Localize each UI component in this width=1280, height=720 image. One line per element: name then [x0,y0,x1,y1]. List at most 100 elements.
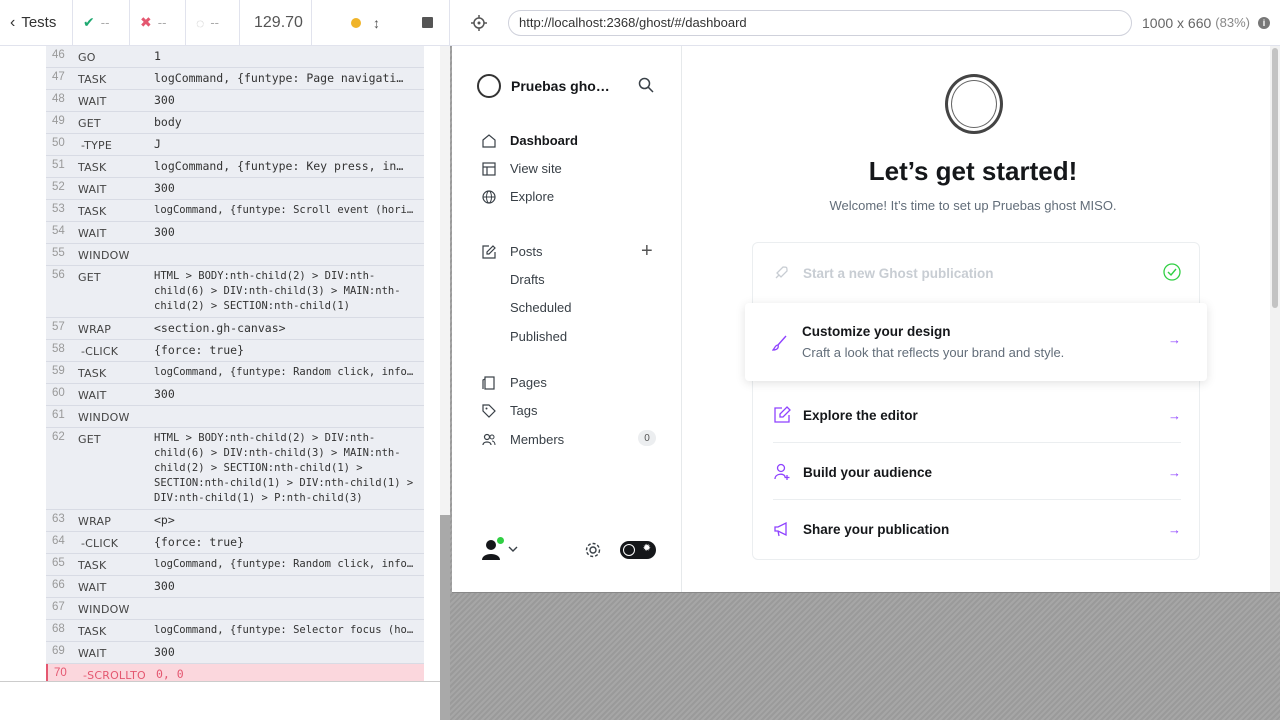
gear-icon[interactable] [584,541,602,564]
nav-pages[interactable]: Pages [482,375,547,390]
members-count-badge: 0 [638,430,656,446]
command-row[interactable]: 46 GO 1 [46,46,424,68]
command-message: logCommand, {funtype: Page navigati… [154,71,404,85]
step-customize-title: Customize your design [802,324,951,339]
url-bar[interactable]: http://localhost:2368/ghost/#/dashboard [508,9,1132,36]
members-icon [482,433,496,445]
nav-scheduled[interactable]: Scheduled [510,300,571,315]
command-row[interactable]: 59 TASK logCommand, {funtype: Random click… [46,362,424,384]
command-row[interactable]: 50 -TYPE J [46,134,424,156]
command-row[interactable]: 57 WRAP <section.gh-canvas> [46,318,424,340]
command-row[interactable]: 64 -CLICK {force: true} [46,532,424,554]
url-text: http://localhost:2368/ghost/#/dashboard [519,15,747,30]
command-number: 49 [52,115,65,127]
command-number: 55 [52,247,65,259]
command-name: TASK [78,559,107,572]
reporter-scrollbar-thumb[interactable] [440,515,450,720]
layout-icon [482,161,496,176]
command-row[interactable]: 66 WAIT 300 [46,576,424,598]
search-icon[interactable] [638,77,654,98]
command-row[interactable]: 70 -SCROLLTO 0, 0 [46,664,424,681]
command-name: WAIT [78,389,107,402]
nav-published[interactable]: Published [510,329,567,344]
aut-header: http://localhost:2368/ghost/#/dashboard … [450,0,1280,46]
reporter-controls: ↕ [312,0,450,45]
command-row[interactable]: 63 WRAP <p> [46,510,424,532]
nav-view-site[interactable]: View site [482,161,562,176]
online-status-icon [497,537,504,544]
tests-button[interactable]: ‹ Tests [0,0,73,45]
command-row[interactable]: 60 WAIT 300 [46,384,424,406]
site-switcher[interactable]: Pruebas ghost ... [477,74,616,98]
megaphone-icon [773,520,803,538]
command-row[interactable]: 55 WINDOW [46,244,424,266]
step-editor-title: Explore the editor [803,407,918,423]
nav-tags[interactable]: Tags [482,403,537,418]
nav-explore[interactable]: Explore [482,189,554,204]
step-share-publication[interactable]: Share your publication → [773,520,1181,538]
ghost-scrollbar[interactable] [1270,46,1280,592]
resize-arrows-icon[interactable]: ↕ [373,15,380,31]
command-name: WINDOW [78,249,130,262]
command-number: 63 [52,513,65,525]
command-message: logCommand, {funtype: Selector focus (ho… [154,624,420,636]
command-row[interactable]: 53 TASK logCommand, {funtype: Scroll event… [46,200,424,222]
command-message: logCommand, {funtype: Random click, info… [154,366,420,378]
check-icon: ✔ [83,14,95,30]
info-icon[interactable]: i [1257,16,1270,29]
command-number: 60 [52,387,65,399]
nav-dashboard-label: Dashboard [510,133,578,148]
ghost-scrollbar-thumb[interactable] [1272,48,1278,308]
command-row[interactable]: 47 TASK logCommand, {funtype: Page navigat… [46,68,424,90]
command-message [154,601,424,616]
arrow-right-icon: → [1168,407,1181,423]
command-row[interactable]: 48 WAIT 300 [46,90,424,112]
command-row[interactable]: 49 GET body [46,112,424,134]
nav-posts[interactable]: Posts [482,244,543,259]
divider [773,499,1181,500]
pending-count: -- [210,15,219,30]
command-row[interactable]: 65 TASK logCommand, {funtype: Random click… [46,554,424,576]
command-row[interactable]: 58 -CLICK {force: true} [46,340,424,362]
pending-stat: ◌ -- [186,0,240,45]
command-row[interactable]: 68 TASK logCommand, {funtype: Selector foc… [46,620,424,642]
command-name: GET [78,271,101,284]
command-message [154,247,424,262]
command-message: J [154,137,161,151]
command-message: 300 [154,645,175,659]
command-row[interactable]: 51 TASK logCommand, {funtype: Key press, i… [46,156,424,178]
command-message: logCommand, {funtype: Random click, info… [154,558,420,570]
command-row[interactable]: 69 WAIT 300 [46,642,424,664]
nav-members[interactable]: Members [482,432,564,447]
page-icon [482,375,495,390]
step-customize-design[interactable]: Customize your design Craft a look that … [745,303,1207,381]
command-row[interactable]: 56 GET HTML > BODY:nth-child(2) > DIV:nth-… [46,266,424,318]
nav-drafts[interactable]: Drafts [510,272,545,287]
command-name: TASK [78,73,107,86]
arrow-right-icon: → [1168,521,1181,537]
step-build-audience[interactable]: Build your audience → [773,463,1181,481]
command-message: <section.gh-canvas> [154,321,286,335]
reporter-panel: ‹ Tests ✔ -- ✖ -- ◌ -- 129.70 ↕ 46 GO 1 … [0,0,450,720]
cross-icon: ✖ [140,14,152,30]
step-customize-desc: Craft a look that reflects your brand an… [802,345,1065,360]
stop-icon[interactable] [422,17,433,28]
command-name: -CLICK [81,537,119,550]
command-log: 46 GO 1 47 TASK logCommand, {funtype: Page na… [0,46,440,682]
viewport-info: 1000 x 660 (83%) i [1142,15,1270,31]
command-row[interactable]: 61 WINDOW [46,406,424,428]
nav-posts-label: Posts [510,244,543,259]
command-row[interactable]: 52 WAIT 300 [46,178,424,200]
status-dot-icon [351,17,361,28]
edit-icon [482,244,496,259]
nav-dashboard[interactable]: Dashboard [482,133,578,148]
step-explore-editor[interactable]: Explore the editor → [773,406,1181,424]
command-row[interactable]: 62 GET HTML > BODY:nth-child(2) > DIV:nth-… [46,428,424,510]
theme-toggle[interactable]: ✹ [620,541,656,559]
user-menu[interactable] [480,537,518,560]
command-number: 47 [52,71,65,83]
selector-playground-icon[interactable] [450,14,508,31]
command-row[interactable]: 54 WAIT 300 [46,222,424,244]
command-row[interactable]: 67 WINDOW [46,598,424,620]
add-post-icon[interactable]: + [641,241,653,261]
